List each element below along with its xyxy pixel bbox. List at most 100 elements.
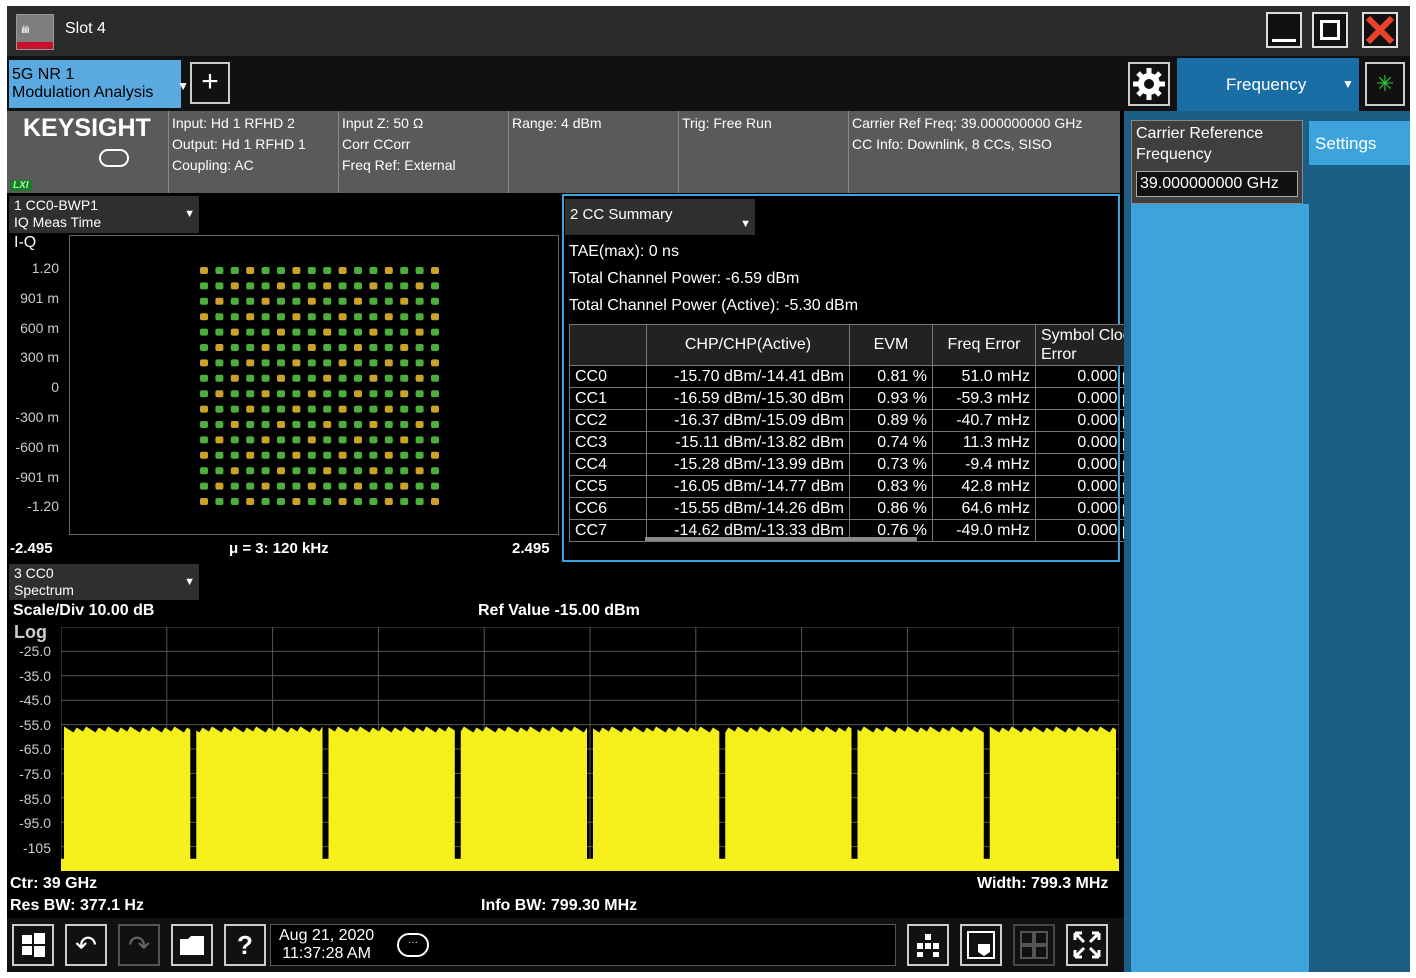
constellation-point xyxy=(384,267,393,274)
undo-button[interactable]: ↶ xyxy=(65,924,107,966)
table-cell: 42.8 mHz xyxy=(932,475,1036,498)
settings-gear-button[interactable] xyxy=(1128,62,1170,106)
multi-screen-button[interactable] xyxy=(1013,924,1055,966)
brand-area: KEYSIGHT LXI xyxy=(7,111,168,193)
spectrum-window-title[interactable]: 3 CC0 Spectrum ▼ xyxy=(9,564,199,600)
window-layout-button[interactable] xyxy=(907,924,949,966)
tab-frequency[interactable]: Frequency ▼ xyxy=(1177,58,1359,111)
table-row[interactable]: CC0 -15.70 dBm/-14.41 dBm 0.81 % 51.0 mHz 0.… xyxy=(569,365,1159,388)
constellation-point xyxy=(261,467,270,475)
close-button[interactable] xyxy=(1362,12,1398,48)
constellation-point xyxy=(246,313,255,321)
info-carrier-ref-freq: Carrier Ref Freq: 39.000000000 GHz xyxy=(852,115,1083,131)
file-button[interactable] xyxy=(171,924,213,966)
constellation-point xyxy=(338,436,347,444)
table-scrollbar[interactable] xyxy=(645,537,917,541)
message-icon[interactable] xyxy=(99,149,129,167)
constellation-point xyxy=(307,297,316,305)
constellation-point xyxy=(338,451,347,459)
constellation-point xyxy=(354,498,362,505)
minimize-icon xyxy=(1272,39,1296,42)
info-carrier[interactable]: Carrier Ref Freq: 39.000000000 GHz CC In… xyxy=(848,111,1120,193)
constellation-point xyxy=(292,467,301,475)
quad-layout-icon xyxy=(1020,931,1048,959)
carrier-spectrum-cc7 xyxy=(989,726,1116,871)
resolution-bandwidth: Res BW: 377.1 Hz xyxy=(10,897,144,914)
constellation-point xyxy=(400,344,409,351)
add-screen-button[interactable]: + xyxy=(190,62,230,104)
spectrum-plot-area[interactable] xyxy=(60,626,1120,872)
table-cell: -16.59 dBm/-15.30 dBm xyxy=(646,387,850,410)
row-label: CC1 xyxy=(569,387,647,410)
constellation-point xyxy=(215,467,224,475)
settings-tab-button[interactable]: Settings xyxy=(1309,121,1410,165)
info-input: Input: Hd 1 RFHD 2 xyxy=(172,115,295,131)
constellation-point xyxy=(307,467,316,475)
constellation-point xyxy=(354,297,362,305)
constellation-point xyxy=(200,374,208,382)
constellation-point xyxy=(338,282,347,290)
info-input-output[interactable]: Input: Hd 1 RFHD 2 Output: Hd 1 RFHD 1 C… xyxy=(168,111,338,193)
measurement-tab[interactable]: 5G NR 1 Modulation Analysis ▼ xyxy=(9,60,189,108)
constellation-point xyxy=(307,390,316,398)
maximize-button[interactable] xyxy=(1312,12,1348,48)
full-screen-button[interactable] xyxy=(1066,924,1108,966)
constellation-point xyxy=(246,267,255,274)
constellation-point xyxy=(400,267,409,274)
constellation-point xyxy=(230,297,239,305)
constellation-point xyxy=(415,467,424,475)
constellation-point xyxy=(307,436,316,444)
table-header-cell: Freq Error xyxy=(932,324,1036,366)
table-body: CC0 -15.70 dBm/-14.41 dBm 0.81 % 51.0 mHz 0.… xyxy=(569,365,1159,542)
constellation-point xyxy=(277,436,285,444)
constellation-point xyxy=(323,451,332,459)
constellation-point xyxy=(261,297,270,305)
gear-icon xyxy=(1133,68,1165,100)
layout-grid-icon xyxy=(917,934,939,957)
help-button[interactable]: ? xyxy=(224,924,266,966)
constellation-point xyxy=(215,405,224,413)
constellation-point xyxy=(246,374,255,382)
info-impedance[interactable]: Input Z: 50 Ω Corr CCorr Freq Ref: Exter… xyxy=(338,111,508,193)
table-row[interactable]: CC5 -16.05 dBm/-14.77 dBm 0.83 % 42.8 mHz 0.… xyxy=(569,475,1159,498)
table-row[interactable]: CC1 -16.59 dBm/-15.30 dBm 0.93 % -59.3 mHz 0… xyxy=(569,387,1159,410)
info-range[interactable]: Range: 4 dBm xyxy=(508,111,678,193)
info-trigger[interactable]: Trig: Free Run xyxy=(678,111,848,193)
status-area: Aug 21, 2020 11:37:28 AM ··· xyxy=(270,924,896,966)
measurement-tab-line2: Modulation Analysis xyxy=(12,84,154,101)
spectrum-y-tick-label: -55.0 xyxy=(19,716,51,733)
constellation-point xyxy=(369,436,378,444)
minimize-button[interactable] xyxy=(1266,12,1302,48)
info-cc-info: CC Info: Downlink, 8 CCs, SISO xyxy=(852,136,1052,152)
constellation-point xyxy=(307,328,316,336)
iq-window-title[interactable]: 1 CC0-BWP1 IQ Meas Time ▼ xyxy=(9,196,199,233)
redo-button[interactable]: ↷ xyxy=(118,924,160,966)
constellation-point xyxy=(369,498,378,505)
cc-summary-title[interactable]: 2 CC Summary ▼ xyxy=(565,199,755,235)
constellation-point xyxy=(369,359,378,367)
carrier-spectrum-cc0 xyxy=(64,726,191,871)
row-label: CC7 xyxy=(569,519,647,542)
table-row[interactable]: CC3 -15.11 dBm/-13.82 dBm 0.74 % 11.3 mHz 0.… xyxy=(569,431,1159,454)
table-row[interactable]: CC2 -16.37 dBm/-15.09 dBm 0.89 % -40.7 mHz 0… xyxy=(569,409,1159,432)
constellation-point xyxy=(400,436,409,444)
carrier-spectrum-cc1 xyxy=(196,726,323,871)
constellation-point xyxy=(338,374,347,382)
chevron-down-icon: ▼ xyxy=(740,218,751,230)
messages-icon[interactable]: ··· xyxy=(397,933,429,957)
windows-start-button[interactable] xyxy=(12,924,54,966)
constellation-point xyxy=(230,421,239,428)
touch-mode-button[interactable] xyxy=(960,924,1002,966)
constellation-point xyxy=(323,467,332,475)
constellation-point xyxy=(307,282,316,290)
constellation-point xyxy=(230,467,239,475)
carrier-ref-freq-control[interactable]: Carrier Reference Frequency 39.000000000… xyxy=(1131,120,1303,204)
table-row[interactable]: CC4 -15.28 dBm/-13.99 dBm 0.73 % -9.4 mHz 0.… xyxy=(569,453,1159,476)
table-cell: -40.7 mHz xyxy=(932,409,1036,432)
tab-frequency-label: Frequency xyxy=(1226,75,1307,94)
carrier-ref-freq-input[interactable]: 39.000000000 GHz xyxy=(1136,171,1298,197)
constellation-point xyxy=(369,467,378,475)
constellation-point xyxy=(215,482,224,490)
iq-plot-area[interactable] xyxy=(69,235,559,535)
table-row[interactable]: CC6 -15.55 dBm/-14.26 dBm 0.86 % 64.6 mHz 0.… xyxy=(569,497,1159,520)
